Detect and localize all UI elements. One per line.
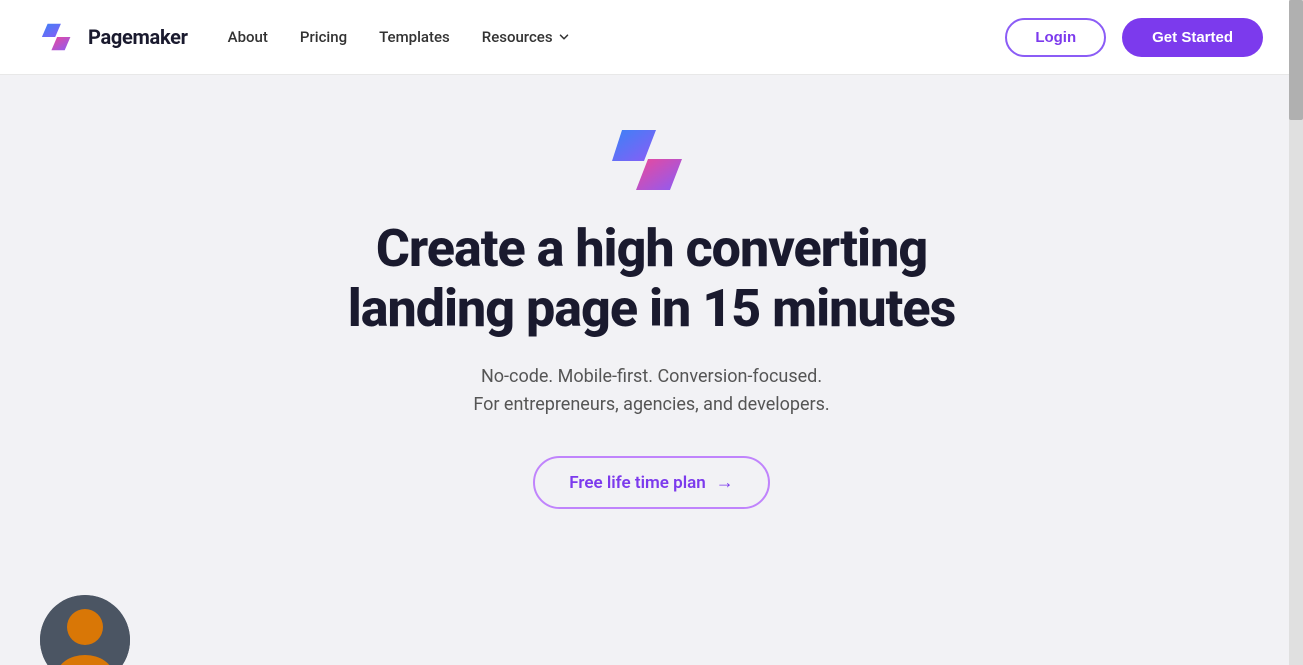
nav-resources[interactable]: Resources (482, 28, 571, 46)
scrollbar[interactable] (1289, 0, 1303, 665)
nav-about[interactable]: About (228, 28, 268, 46)
get-started-button[interactable]: Get Started (1122, 18, 1263, 57)
logo-icon (40, 18, 78, 56)
navbar: Pagemaker About Pricing Templates Resour… (0, 0, 1303, 75)
avatar (40, 595, 130, 665)
avatar-svg (40, 595, 130, 665)
scrollbar-thumb[interactable] (1289, 0, 1303, 120)
hero-logo-icon (612, 125, 692, 195)
nav-links: About Pricing Templates Resources (228, 28, 571, 46)
nav-pricing[interactable]: Pricing (300, 28, 347, 46)
chevron-down-icon (557, 30, 571, 44)
navbar-left: Pagemaker About Pricing Templates Resour… (40, 18, 571, 56)
hero-heading: Create a high converting landing page in… (302, 219, 1002, 339)
logo-text: Pagemaker (88, 25, 188, 49)
cta-label: Free life time plan (569, 473, 706, 493)
nav-templates[interactable]: Templates (379, 28, 450, 46)
free-plan-button[interactable]: Free life time plan → (533, 456, 770, 509)
arrow-right-icon: → (716, 472, 734, 493)
navbar-right: Login Get Started (1005, 18, 1263, 57)
login-button[interactable]: Login (1005, 18, 1106, 57)
logo[interactable]: Pagemaker (40, 18, 188, 56)
hero-subtext: No-code. Mobile-first. Conversion-focuse… (473, 363, 829, 421)
hero-section: Create a high converting landing page in… (0, 75, 1303, 665)
avatar-image (40, 595, 130, 665)
